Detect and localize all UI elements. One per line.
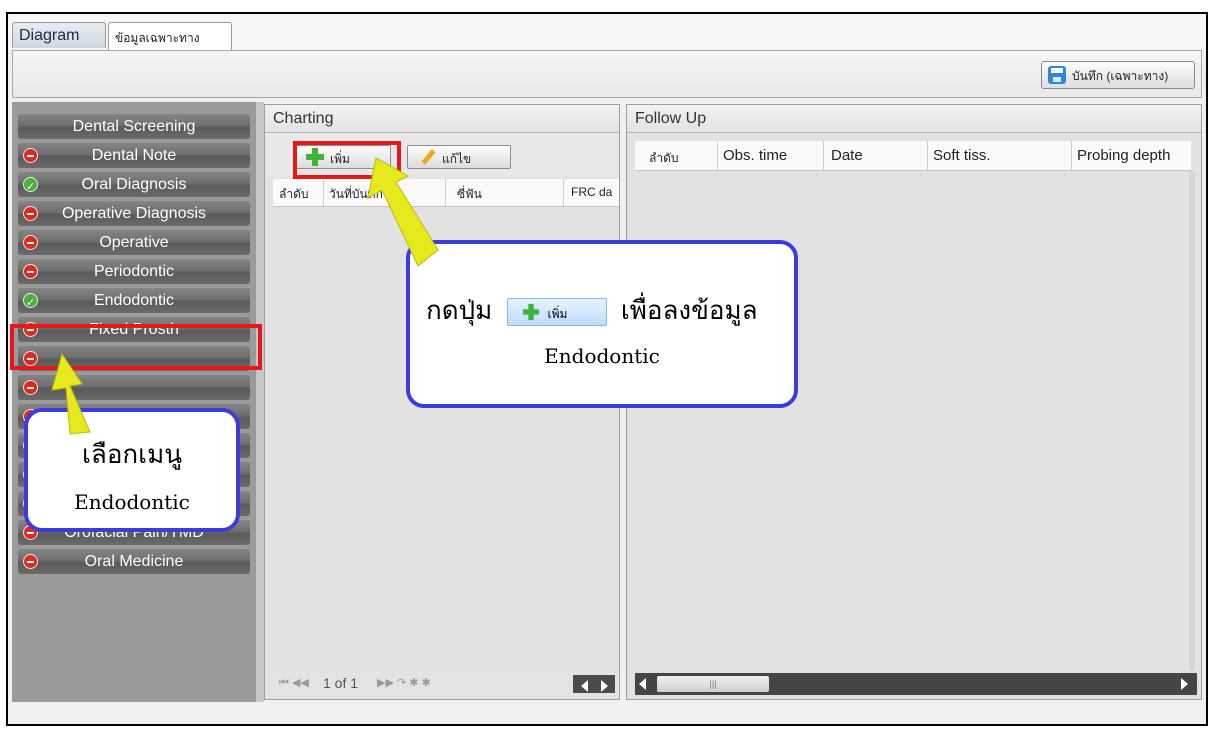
sidebar-item-label: Dental Screening bbox=[72, 118, 196, 135]
scroll-right-icon[interactable] bbox=[1181, 678, 1188, 690]
horizontal-scrollbar[interactable]: ||| bbox=[635, 673, 1197, 695]
sidebar-item[interactable]: Operative Diagnosis bbox=[18, 201, 250, 226]
callout-subject: Endodontic bbox=[544, 344, 660, 368]
check-circle-icon bbox=[23, 175, 38, 200]
minus-circle-icon bbox=[23, 235, 38, 250]
callout-menu-line2: Endodontic bbox=[74, 490, 190, 514]
sidebar-item[interactable]: Endodontic bbox=[18, 288, 250, 316]
sidebar-item-label: Dental Note bbox=[91, 147, 177, 164]
first-prev-page-icon[interactable]: ⏮ ◀◀ bbox=[279, 676, 309, 690]
minus-circle-icon bbox=[23, 380, 38, 395]
charting-toolbar: เพิ่ม แก้ไข bbox=[265, 133, 619, 179]
follow-up-title: Follow Up bbox=[627, 105, 1201, 133]
sidebar-item[interactable]: Periodontic bbox=[18, 259, 250, 284]
callout-add-button-sample: เพิ่ม bbox=[506, 298, 607, 326]
scroll-left-icon[interactable] bbox=[581, 680, 588, 692]
save-button-label: บันทึก (เฉพาะทาง) bbox=[1072, 69, 1169, 83]
sidebar-item[interactable]: Operative bbox=[18, 230, 250, 255]
column-header[interactable]: FRC da bbox=[571, 185, 619, 203]
plus-icon bbox=[522, 303, 539, 321]
horizontal-scrollbar[interactable] bbox=[573, 675, 615, 693]
callout-menu-line1: เลือกเมนู bbox=[82, 440, 182, 470]
minus-circle-icon bbox=[23, 554, 38, 569]
save-disk-icon bbox=[1048, 66, 1066, 84]
minus-circle-icon bbox=[23, 148, 38, 163]
sidebar-item-label: Endodontic bbox=[93, 292, 175, 309]
charting-title: Charting bbox=[265, 105, 619, 133]
sidebar-item-label: Operative bbox=[99, 234, 169, 251]
sidebar-item[interactable]: Dental Note bbox=[18, 143, 250, 168]
callout-prefix: กดปุ่ม bbox=[426, 296, 493, 326]
charting-table-header: ลำดับ วันที่บันทึก ซี่ฟัน FRC da bbox=[273, 179, 619, 207]
callout-button-label: เพิ่ม bbox=[547, 307, 568, 321]
specialty-menu: Dental Screening Dental Note Oral Diagnosi… bbox=[12, 102, 256, 702]
toolbar: บันทึก (เฉพาะทาง) bbox=[12, 50, 1202, 98]
column-header[interactable]: Probing depth bbox=[1077, 147, 1191, 165]
sidebar-item[interactable]: Dental Screening bbox=[18, 114, 250, 139]
callout-suffix: เพื่อลงข้อมูล bbox=[620, 296, 758, 326]
vertical-scrollbar[interactable] bbox=[1189, 171, 1195, 671]
sidebar-item-label: Oral Diagnosis bbox=[81, 176, 187, 193]
follow-up-table-header: ลำดับ Obs. time Date Soft tiss. Probing … bbox=[635, 141, 1191, 171]
tab-diagram[interactable]: Diagram bbox=[12, 22, 106, 48]
edit-button-label: แก้ไข bbox=[442, 152, 472, 166]
tab-strip: Diagram ข้อมูลเฉพาะทาง bbox=[8, 14, 1206, 50]
save-specialty-button[interactable]: บันทึก (เฉพาะทาง) bbox=[1041, 61, 1195, 89]
endodontic-highlight bbox=[10, 324, 262, 370]
edit-button[interactable]: แก้ไข bbox=[407, 145, 511, 169]
column-header[interactable]: Date bbox=[831, 147, 921, 165]
column-header[interactable]: Obs. time bbox=[723, 147, 823, 165]
page-indicator: 1 of 1 bbox=[323, 675, 359, 691]
add-instruction-callout: กดปุ่ม เพิ่ม เพื่อลงข้อมูล Endodontic bbox=[406, 240, 798, 408]
sidebar-item[interactable]: Oral Medicine bbox=[18, 549, 250, 574]
sidebar-item-label: Operative Diagnosis bbox=[61, 205, 207, 222]
column-header[interactable]: ลำดับ bbox=[279, 185, 319, 203]
tab-specialty-info[interactable]: ข้อมูลเฉพาะทาง bbox=[108, 22, 232, 50]
splitter-handle[interactable] bbox=[256, 102, 264, 702]
scroll-thumb[interactable]: ||| bbox=[657, 676, 769, 692]
column-header[interactable]: ลำดับ bbox=[649, 149, 689, 167]
scroll-right-icon[interactable] bbox=[601, 680, 608, 692]
charting-pager: ⏮ ◀◀ 1 of 1 ▶▶ ↷ ✱ ✱ bbox=[273, 671, 619, 697]
pencil-icon bbox=[420, 149, 436, 165]
minus-circle-icon bbox=[23, 206, 38, 221]
sidebar-item[interactable]: Oral Diagnosis bbox=[18, 172, 250, 200]
column-header[interactable]: ซี่ฟัน bbox=[457, 185, 547, 203]
sidebar-item-label: Periodontic bbox=[93, 263, 175, 280]
check-circle-icon bbox=[23, 291, 38, 316]
column-header[interactable]: Soft tiss. bbox=[933, 147, 1063, 165]
menu-instruction-callout: เลือกเมนู Endodontic bbox=[24, 408, 240, 532]
minus-circle-icon bbox=[23, 264, 38, 279]
scroll-left-icon[interactable] bbox=[639, 678, 646, 690]
next-last-page-icon[interactable]: ▶▶ ↷ ✱ ✱ bbox=[377, 676, 431, 689]
yellow-arrow-to-endodontic bbox=[51, 352, 91, 435]
sidebar-item-label: Oral Medicine bbox=[84, 553, 184, 570]
